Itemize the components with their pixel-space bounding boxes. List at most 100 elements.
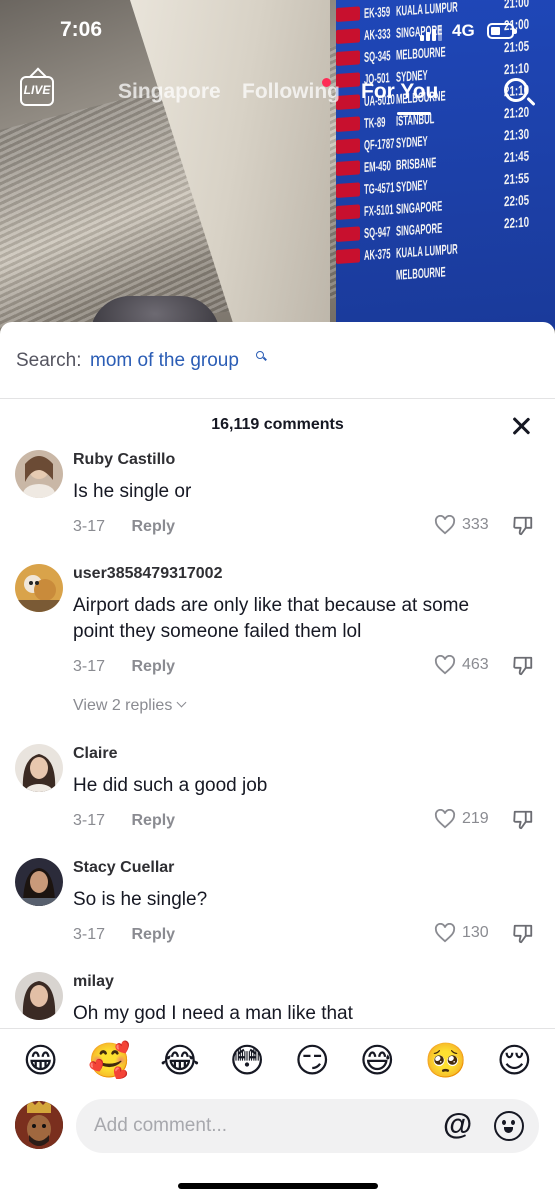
at-mention-icon[interactable]: @ [443,1108,472,1142]
emoji-sweat-smile[interactable]: 😅 [360,1041,395,1081]
airline-logo [336,222,360,246]
comment-meta: 3-17 Reply [73,926,175,944]
comment-date: 3-17 [73,812,106,829]
comment-username[interactable]: Ruby Castillo [73,451,175,469]
comment-username[interactable]: user3858479317002 [73,565,222,583]
like-count: 219 [462,810,489,827]
emoji-relieved[interactable]: 😌 [497,1041,532,1081]
avatar[interactable] [15,564,63,612]
comment-meta: 3-17 Reply [73,518,175,536]
comment-input-row: @ [0,1092,555,1162]
airline-logo [336,156,360,180]
comment-text: He did such a good job [73,775,268,796]
avatar[interactable] [15,744,63,792]
comment-username[interactable]: Stacy Cuellar [73,859,174,877]
dislike-icon[interactable] [512,655,534,677]
board-time: 22:05 [504,191,530,210]
emoji-grin[interactable]: 😁 [23,1041,58,1081]
like-count: 463 [462,656,489,673]
airline-logo [336,134,360,158]
reply-button[interactable]: Reply [131,812,175,829]
comment-list: Ruby Castillo Is he single or 3-17 Reply… [0,450,555,1028]
board-flight-code: FX-5101 [364,200,394,220]
airline-logo [336,244,360,268]
like-button[interactable]: 219 [434,809,489,829]
board-time: 21:55 [504,169,530,188]
chevron-down-icon [176,697,187,708]
avatar[interactable] [15,450,63,498]
comment-date: 3-17 [73,658,106,675]
heart-icon [434,655,456,675]
home-indicator[interactable] [178,1183,378,1189]
tab-for-you[interactable]: For You [361,80,438,104]
emoji-smirk[interactable]: 😏 [294,1041,329,1081]
avatar[interactable] [15,972,63,1020]
airline-logo [336,178,360,202]
comment-date: 3-17 [73,518,106,535]
board-flight-code: EM-450 [364,157,391,176]
avatar[interactable] [15,858,63,906]
comment-text: So is he single? [73,889,208,910]
tab-singapore[interactable]: Singapore [118,80,221,104]
reply-button[interactable]: Reply [131,518,175,535]
emoji-pleading[interactable]: 🥺 [425,1041,467,1081]
signal-icon [420,26,442,41]
emoji-quick-bar: 😁 🥰 😂 😳 😏 😅 🥺 😌 [0,1028,555,1092]
heart-icon [434,809,456,829]
search-term-link[interactable]: mom of the group [90,350,239,372]
emoji-hearts[interactable]: 🥰 [88,1041,130,1081]
dislike-icon[interactable] [512,515,534,537]
status-bar: 7:06 4G [0,0,555,64]
dislike-icon[interactable] [512,809,534,831]
network-type: 4G [452,21,475,40]
comment-input[interactable] [94,1112,424,1140]
heart-icon [434,923,456,943]
emoji-icon[interactable] [494,1111,524,1141]
dislike-icon[interactable] [512,923,534,945]
board-time: 21:30 [504,125,530,144]
search-prefix: Search: [16,350,82,371]
reply-button[interactable]: Reply [131,926,175,943]
comment-text: Airport dads are only like that because … [73,595,470,642]
active-tab-indicator [397,112,431,115]
comment-search-suggestion[interactable]: Search: mom of the group [0,322,555,399]
search-mini-icon [256,351,264,359]
heart-icon [434,515,456,535]
comment-text: Is he single or [73,481,192,502]
live-label: LIVE [23,83,51,97]
comment-username[interactable]: Claire [73,745,117,763]
board-time: 22:10 [504,213,530,232]
board-flight-code: SQ-947 [364,223,391,242]
notification-dot [322,78,331,87]
comment-sheet: Search: mom of the group 16,119 comments… [0,322,555,1200]
board-destination: KUALA LUMPUR [396,240,458,261]
board-flight-code: AK-375 [364,245,391,264]
comment-date: 3-17 [73,926,106,943]
battery-icon [487,23,517,39]
like-button[interactable]: 333 [434,515,489,535]
reply-button[interactable]: Reply [131,658,175,675]
comment-meta: 3-17 Reply [73,812,175,830]
live-icon[interactable]: LIVE [20,76,54,106]
comment-meta: 3-17 Reply [73,658,175,676]
like-button[interactable]: 130 [434,923,489,943]
status-time: 7:06 [60,18,103,41]
board-flight-code: QF-1787 [364,134,395,154]
comment-username[interactable]: milay [73,973,114,991]
emoji-tears-of-joy[interactable]: 😂 [160,1041,200,1081]
comment-text: Oh my god I need a man like that [73,1003,353,1024]
board-flight-code: TG-4571 [364,178,395,198]
avatar[interactable] [15,1101,63,1149]
like-count: 130 [462,924,489,941]
top-nav: LIVE Singapore Following For You [0,72,555,116]
view-replies-button[interactable]: View 2 replies [73,697,187,715]
like-count: 333 [462,516,489,533]
emoji-flushed[interactable]: 😳 [229,1041,264,1081]
like-button[interactable]: 463 [434,655,489,675]
board-destination: MELBOURNE [396,263,446,283]
close-icon[interactable] [510,415,532,437]
search-icon[interactable] [504,78,528,102]
airline-logo [336,200,360,224]
comment-count: 16,119 comments [211,416,344,433]
comment-input-box: @ [76,1099,539,1153]
